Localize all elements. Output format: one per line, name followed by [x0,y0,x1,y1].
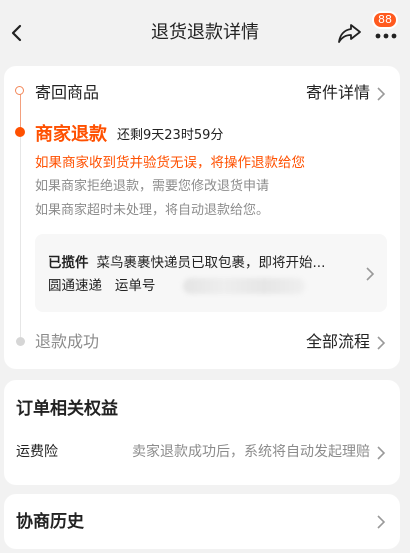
timeout-note-text: 如果商家超时未处理，将自动退款给您。 [35,203,270,218]
refund-progress-card: 寄回商品 寄件详情 商家退款 还剩9天23时59分 如果商家收到货并验货无误，将… [4,66,400,369]
step-merchant-refund-title: 商家退款 [35,124,107,145]
shipping-insurance-status[interactable]: 卖家退款成功后，系统将自动发起理赔 [132,442,370,462]
timeline-line-pending [20,137,21,337]
reject-note-text: 如果商家拒绝退款，需要您修改退货申请 [35,179,270,194]
top-bar: 退货退款详情 88 [0,0,410,64]
step-return-goods-label: 寄回商品 [35,83,100,102]
timeline-dot-active [15,127,25,137]
share-icon[interactable] [336,20,364,46]
chevron-right-icon[interactable] [365,266,375,281]
tracking-number-label: 运单号 [114,278,156,294]
refund-countdown: 还剩9天23时59分 [117,128,224,143]
redacted-tracking-number [183,278,305,294]
shipping-detail-link[interactable]: 寄件详情 [306,82,370,104]
timeline-dot-pending [16,337,25,346]
logistics-status: 已揽件 [48,255,89,271]
logistics-message: 菜鸟裹裹快递员已取包裹，即将开始... [96,255,326,271]
history-title: 协商历史 [16,512,84,532]
timeline-dot-done [15,86,24,95]
full-process-link[interactable]: 全部流程 [306,331,370,353]
shipping-insurance-label: 运费险 [16,444,58,460]
step-refund-success-label: 退款成功 [35,332,100,351]
chevron-right-icon[interactable] [376,335,386,350]
carrier-name: 圆通速递 [48,278,102,294]
benefits-title: 订单相关权益 [16,399,118,419]
logistics-carrier-line: 圆通速递 运单号 [48,276,155,296]
timeline-line [20,94,21,129]
notification-badge: 88 [372,11,398,29]
logistics-status-line: 已揽件 菜鸟裹裹快递员已取包裹，即将开始... [48,253,325,273]
negotiation-history-card[interactable]: 协商历史 [4,494,400,549]
order-benefits-card: 订单相关权益 运费险 卖家退款成功后，系统将自动发起理赔 [4,380,400,485]
chevron-right-icon[interactable] [376,86,386,101]
chevron-right-icon[interactable] [376,514,386,529]
logistics-info-box[interactable]: 已揽件 菜鸟裹裹快递员已取包裹，即将开始... 圆通速递 运单号 [35,234,387,312]
refund-condition-text: 如果商家收到货并验货无误，将操作退款给您 [35,155,305,171]
chevron-right-icon[interactable] [376,445,386,460]
